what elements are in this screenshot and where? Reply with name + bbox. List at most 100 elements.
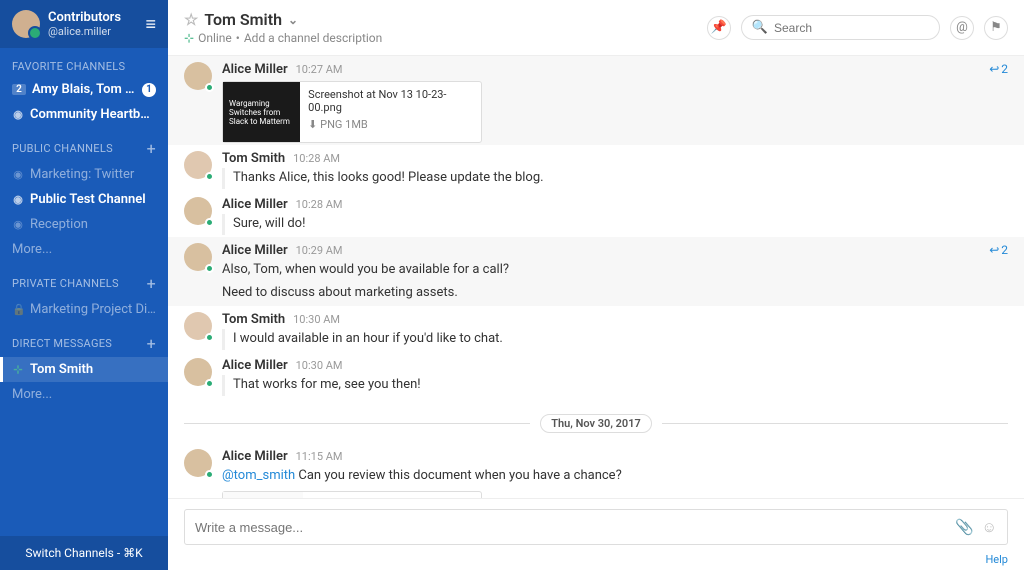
message-input[interactable] [195, 520, 947, 535]
flag-icon[interactable]: ⚑ [984, 16, 1008, 40]
team-header[interactable]: Contributors @alice.miller ≡ [0, 0, 168, 48]
search-icon: 🔍 [752, 20, 768, 35]
sidebar-item-marketing-project[interactable]: 🔒 Marketing Project Disc [0, 297, 168, 322]
message-text: Thanks Alice, this looks good! Please up… [222, 168, 1008, 189]
date-separator: Thu, Nov 30, 2017 [168, 404, 1024, 443]
help-link[interactable]: Help [168, 549, 1024, 570]
message-author[interactable]: Tom Smith [222, 151, 285, 166]
status-dot-icon [205, 470, 214, 479]
section-title: PRIVATE CHANNELS [12, 277, 119, 290]
status-dot-icon [205, 264, 214, 273]
globe-icon: ◉ [12, 218, 24, 231]
reply-count: 2 [1001, 62, 1008, 76]
avatar[interactable] [184, 197, 212, 225]
message: Alice Miller 10:27 AM ↩2 Wargaming Switc… [168, 56, 1024, 145]
switch-channels-button[interactable]: Switch Channels - ⌘K [0, 536, 168, 570]
message: Tom Smith 10:30 AM I would available in … [168, 306, 1024, 352]
avatar[interactable] [184, 449, 212, 477]
attachment-card[interactable]: 📎 Wendy Jones.pages ⬇ PAGES 510KB [222, 491, 482, 498]
channel-label: Marketing Project Disc [30, 302, 156, 317]
more-label: More... [12, 242, 156, 257]
avatar[interactable] [184, 243, 212, 271]
reply-icon: ↩ [989, 243, 999, 257]
team-name: Contributors [48, 10, 137, 25]
message-author[interactable]: Tom Smith [222, 312, 285, 327]
sidebar-item-tom-smith[interactable]: ⊹ Tom Smith [0, 357, 168, 382]
message-author[interactable]: Alice Miller [222, 197, 288, 212]
message-time: 10:30 AM [296, 359, 343, 372]
avatar[interactable] [184, 312, 212, 340]
section-title: DIRECT MESSAGES [12, 337, 112, 350]
main-menu-icon[interactable]: ≡ [145, 14, 156, 35]
sidebar-item-reception[interactable]: ◉ Reception [0, 212, 168, 237]
status-text: Online [198, 31, 232, 45]
section-title: FAVORITE CHANNELS [12, 60, 125, 73]
sidebar-item-public-test[interactable]: ◉ Public Test Channel [0, 187, 168, 212]
reply-indicator[interactable]: ↩2 [989, 62, 1008, 76]
message-author[interactable]: Alice Miller [222, 62, 288, 77]
message-time: 11:15 AM [296, 450, 343, 463]
avatar[interactable] [184, 62, 212, 90]
add-private-channel-icon[interactable]: + [147, 274, 156, 293]
globe-icon: ◉ [12, 108, 24, 121]
message-text: @tom_smith Can you review this document … [222, 466, 1008, 487]
mentions-icon[interactable]: @ [950, 16, 974, 40]
message-time: 10:27 AM [296, 63, 343, 76]
message-time: 10:30 AM [293, 313, 340, 326]
search-input[interactable] [774, 21, 929, 35]
avatar[interactable] [184, 358, 212, 386]
sidebar-item-amy-tom[interactable]: 2 Amy Blais, Tom Smi... 1 [0, 77, 168, 102]
message-text: Also, Tom, when would you be available f… [222, 260, 1008, 281]
channel-title: Tom Smith [204, 10, 282, 29]
channel-header: ☆ Tom Smith ⌄ ⊹ Online • Add a channel d… [168, 0, 1024, 56]
message: Alice Miller 11:15 AM @tom_smith Can you… [168, 443, 1024, 498]
attachment-thumbnail: Wargaming Switches from Slack to Matterm [223, 82, 300, 142]
unread-badge: 1 [142, 83, 156, 97]
message: Alice Miller 10:29 AM ↩2 Also, Tom, when… [168, 237, 1024, 306]
add-public-channel-icon[interactable]: + [147, 139, 156, 158]
status-dot-icon [205, 333, 214, 342]
mention[interactable]: @tom_smith [222, 468, 295, 483]
avatar[interactable] [184, 151, 212, 179]
message-text: I would available in an hour if you'd li… [222, 329, 1008, 350]
more-label: More... [12, 387, 156, 402]
search-box[interactable]: 🔍 [741, 15, 940, 40]
channel-label: Public Test Channel [30, 192, 156, 207]
compose-box[interactable]: 📎 ☺ [184, 509, 1008, 545]
section-public: PUBLIC CHANNELS + [0, 127, 168, 162]
sidebar-item-community-heartbeat[interactable]: ◉ Community Heartbeat [0, 102, 168, 127]
message-text: That works for me, see you then! [222, 375, 1008, 396]
message-author[interactable]: Alice Miller [222, 243, 288, 258]
main-area: ☆ Tom Smith ⌄ ⊹ Online • Add a channel d… [168, 0, 1024, 570]
emoji-icon[interactable]: ☺ [982, 518, 997, 536]
attachment-filename: Screenshot at Nov 13 10-23-00.png [308, 88, 473, 114]
sidebar: Contributors @alice.miller ≡ FAVORITE CH… [0, 0, 168, 570]
chevron-down-icon[interactable]: ⌄ [288, 13, 298, 27]
status-dot-icon [205, 218, 214, 227]
attach-file-icon[interactable]: 📎 [955, 518, 974, 536]
sidebar-item-marketing-twitter[interactable]: ◉ Marketing: Twitter [0, 162, 168, 187]
add-dm-icon[interactable]: + [147, 334, 156, 353]
message: Alice Miller 10:30 AM That works for me,… [168, 352, 1024, 398]
message-author[interactable]: Alice Miller [222, 358, 288, 373]
message-time: 10:28 AM [296, 198, 343, 211]
away-status-icon: ⊹ [12, 363, 24, 376]
attachment-card[interactable]: Wargaming Switches from Slack to Matterm… [222, 81, 482, 143]
message: Alice Miller 10:28 AM Sure, will do! [168, 191, 1024, 237]
reply-indicator[interactable]: ↩2 [989, 243, 1008, 257]
status-dot-icon [205, 172, 214, 181]
channel-label: Reception [30, 217, 156, 232]
channel-label: Community Heartbeat [30, 107, 156, 122]
pin-icon[interactable]: 📌 [707, 16, 731, 40]
section-title: PUBLIC CHANNELS [12, 142, 113, 155]
message-author[interactable]: Alice Miller [222, 449, 288, 464]
message-text: Sure, will do! [222, 214, 1008, 235]
sidebar-more-public[interactable]: More... [0, 237, 168, 262]
section-dm: DIRECT MESSAGES + [0, 322, 168, 357]
sidebar-more-dm[interactable]: More... [0, 382, 168, 407]
team-avatar [12, 10, 40, 38]
avatar-count-badge: 2 [12, 84, 26, 95]
star-icon[interactable]: ☆ [184, 10, 198, 29]
channel-description-prompt[interactable]: Add a channel description [244, 31, 382, 45]
separator: • [236, 31, 240, 45]
